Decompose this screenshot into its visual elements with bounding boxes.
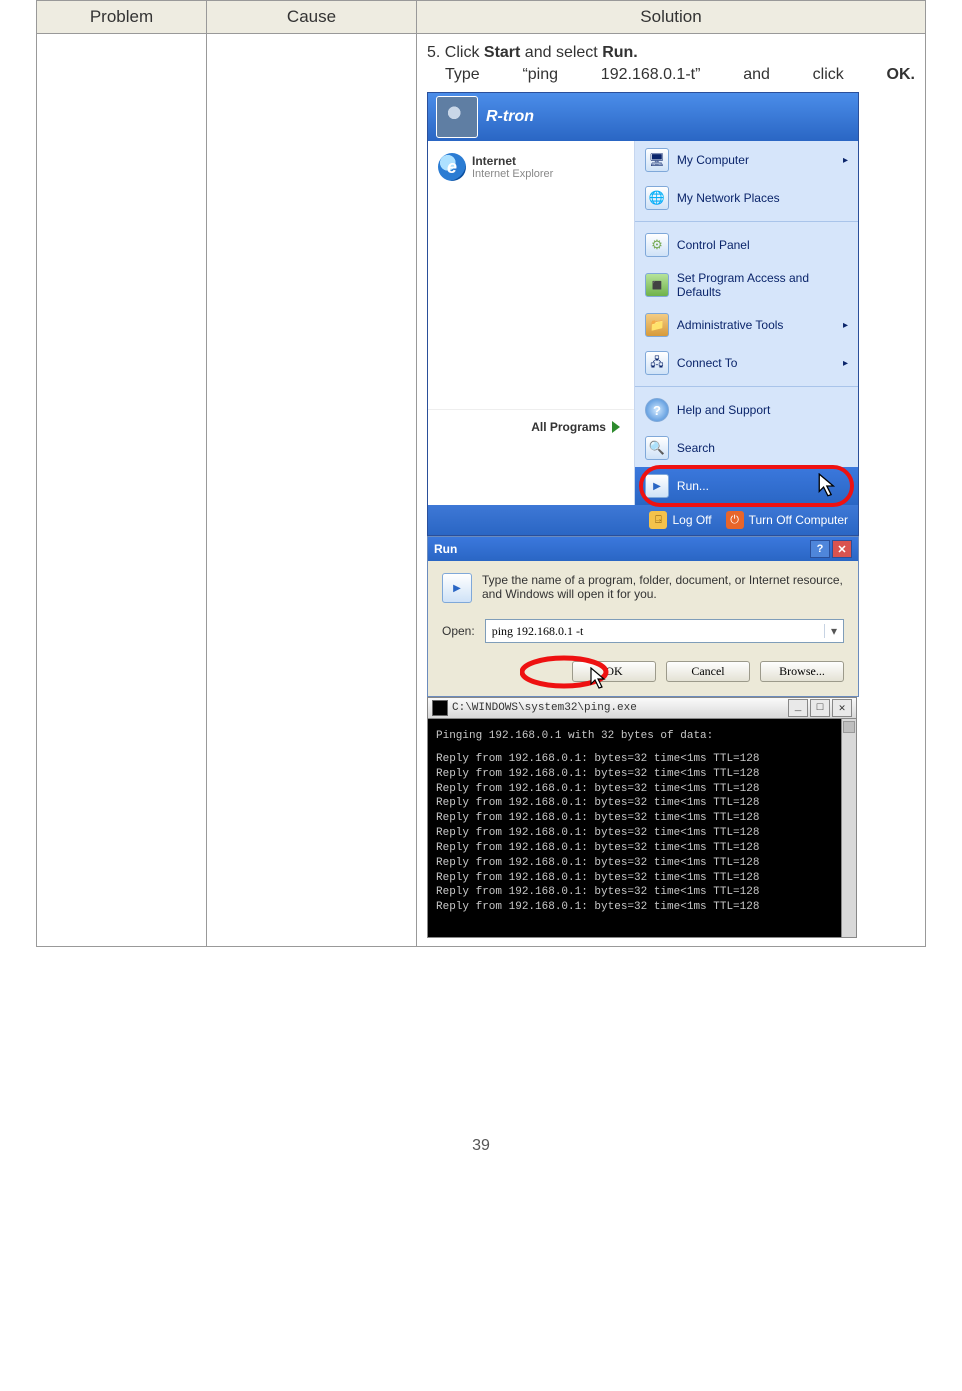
th-solution: Solution — [417, 1, 926, 34]
cell-problem — [37, 34, 207, 947]
open-input[interactable] — [486, 624, 824, 639]
page-number: 39 — [36, 1137, 926, 1155]
logoff-button[interactable]: ⍈ Log Off — [649, 511, 711, 529]
browse-button[interactable]: Browse... — [760, 661, 844, 682]
menu-my-computer[interactable]: My Computer ▸ — [635, 141, 858, 179]
menu-separator — [635, 386, 858, 387]
menu-connect-to[interactable]: Connect To ▸ — [635, 344, 858, 382]
cursor-icon — [818, 473, 840, 499]
cmd-reply-line: Reply from 192.168.0.1: bytes=32 time<1m… — [436, 856, 848, 871]
menu-help-support[interactable]: Help and Support — [635, 391, 858, 429]
chevron-down-icon[interactable]: ▾ — [824, 624, 843, 638]
menu-control-panel[interactable]: Control Panel — [635, 226, 858, 264]
pinned-title: Internet — [472, 154, 553, 168]
power-icon: ⏻ — [726, 511, 744, 529]
maximize-button[interactable]: □ — [810, 699, 830, 717]
start-username: R-tron — [486, 108, 534, 126]
figure-start-menu: R-tron Internet Internet Explorer — [427, 92, 859, 536]
help-button[interactable]: ? — [810, 540, 830, 558]
scrollbar[interactable] — [841, 719, 856, 937]
figure-command-prompt: C:\WINDOWS\system32\ping.exe _ □ ✕ Pingi… — [427, 697, 857, 938]
menu-separator — [635, 221, 858, 222]
chevron-right-icon: ▸ — [843, 320, 848, 331]
cell-solution: 5. Click Start and select Run. Type “pin… — [417, 34, 926, 947]
cancel-button[interactable]: Cancel — [666, 661, 750, 682]
cell-cause — [207, 34, 417, 947]
connect-icon — [645, 351, 669, 375]
minimize-button[interactable]: _ — [788, 699, 808, 717]
network-icon — [645, 186, 669, 210]
cmd-reply-line: Reply from 192.168.0.1: bytes=32 time<1m… — [436, 782, 848, 797]
admin-tools-icon — [645, 313, 669, 337]
cmd-titlebar: C:\WINDOWS\system32\ping.exe _ □ ✕ — [427, 697, 857, 718]
start-footer: ⍈ Log Off ⏻ Turn Off Computer — [428, 505, 858, 535]
cmd-output: Pinging 192.168.0.1 with 32 bytes of dat… — [427, 718, 857, 938]
run-titlebar: Run ? ✕ — [428, 537, 858, 561]
close-button[interactable]: ✕ — [832, 540, 852, 558]
chevron-right-icon: ▸ — [843, 358, 848, 369]
turnoff-button[interactable]: ⏻ Turn Off Computer — [726, 511, 848, 529]
cmd-header-line: Pinging 192.168.0.1 with 32 bytes of dat… — [436, 729, 848, 744]
open-label: Open: — [442, 624, 475, 638]
cmd-reply-line: Reply from 192.168.0.1: bytes=32 time<1m… — [436, 796, 848, 811]
cmd-reply-line: Reply from 192.168.0.1: bytes=32 time<1m… — [436, 767, 848, 782]
run-title-text: Run — [434, 542, 457, 556]
th-cause: Cause — [207, 1, 417, 34]
cmd-reply-line: Reply from 192.168.0.1: bytes=32 time<1m… — [436, 811, 848, 826]
run-icon — [442, 573, 472, 603]
pinned-internet[interactable]: Internet Internet Explorer — [428, 145, 634, 189]
th-problem: Problem — [37, 1, 207, 34]
cmd-reply-line: Reply from 192.168.0.1: bytes=32 time<1m… — [436, 900, 848, 915]
menu-network-places[interactable]: My Network Places — [635, 179, 858, 217]
menu-search[interactable]: Search — [635, 429, 858, 467]
control-panel-icon — [645, 233, 669, 257]
user-avatar — [436, 96, 478, 138]
run-icon — [645, 474, 669, 498]
cmd-reply-line: Reply from 192.168.0.1: bytes=32 time<1m… — [436, 841, 848, 856]
ie-icon — [438, 153, 466, 181]
program-access-icon — [645, 273, 669, 297]
help-icon — [645, 398, 669, 422]
all-programs[interactable]: All Programs — [428, 409, 634, 446]
cmd-reply-line: Reply from 192.168.0.1: bytes=32 time<1m… — [436, 871, 848, 886]
cursor-icon — [590, 667, 610, 691]
chevron-right-icon: ▸ — [843, 155, 848, 166]
monitor-icon — [645, 148, 669, 172]
start-left-pane: Internet Internet Explorer All Programs — [428, 141, 635, 505]
menu-admin-tools[interactable]: Administrative Tools ▸ — [635, 306, 858, 344]
cmd-reply-line: Reply from 192.168.0.1: bytes=32 time<1m… — [436, 885, 848, 900]
close-button[interactable]: ✕ — [832, 699, 852, 717]
start-header: R-tron — [428, 93, 858, 141]
step-5-line1: 5. Click Start and select Run. — [427, 44, 915, 62]
open-combobox[interactable]: ▾ — [485, 619, 844, 643]
run-description: Type the name of a program, folder, docu… — [442, 573, 844, 603]
scroll-thumb[interactable] — [843, 721, 855, 733]
cmd-title-text: C:\WINDOWS\system32\ping.exe — [452, 702, 637, 714]
figure-run-dialog: Run ? ✕ Type the name of a program, fold… — [427, 536, 859, 697]
cmd-reply-line: Reply from 192.168.0.1: bytes=32 time<1m… — [436, 826, 848, 841]
pinned-subtitle: Internet Explorer — [472, 168, 553, 180]
start-right-pane: My Computer ▸ My Network Places Control … — [635, 141, 858, 505]
cmd-icon — [432, 700, 448, 716]
search-icon — [645, 436, 669, 460]
troubleshoot-table: Problem Cause Solution 5. Click Start an… — [36, 0, 926, 947]
chevron-right-icon — [612, 421, 620, 433]
step-5-line2: Type “ping 192.168.0.1-t” and click OK. — [445, 66, 915, 84]
menu-program-access[interactable]: Set Program Access and Defaults — [635, 264, 858, 306]
cmd-reply-line: Reply from 192.168.0.1: bytes=32 time<1m… — [436, 752, 848, 767]
logoff-icon: ⍈ — [649, 511, 667, 529]
